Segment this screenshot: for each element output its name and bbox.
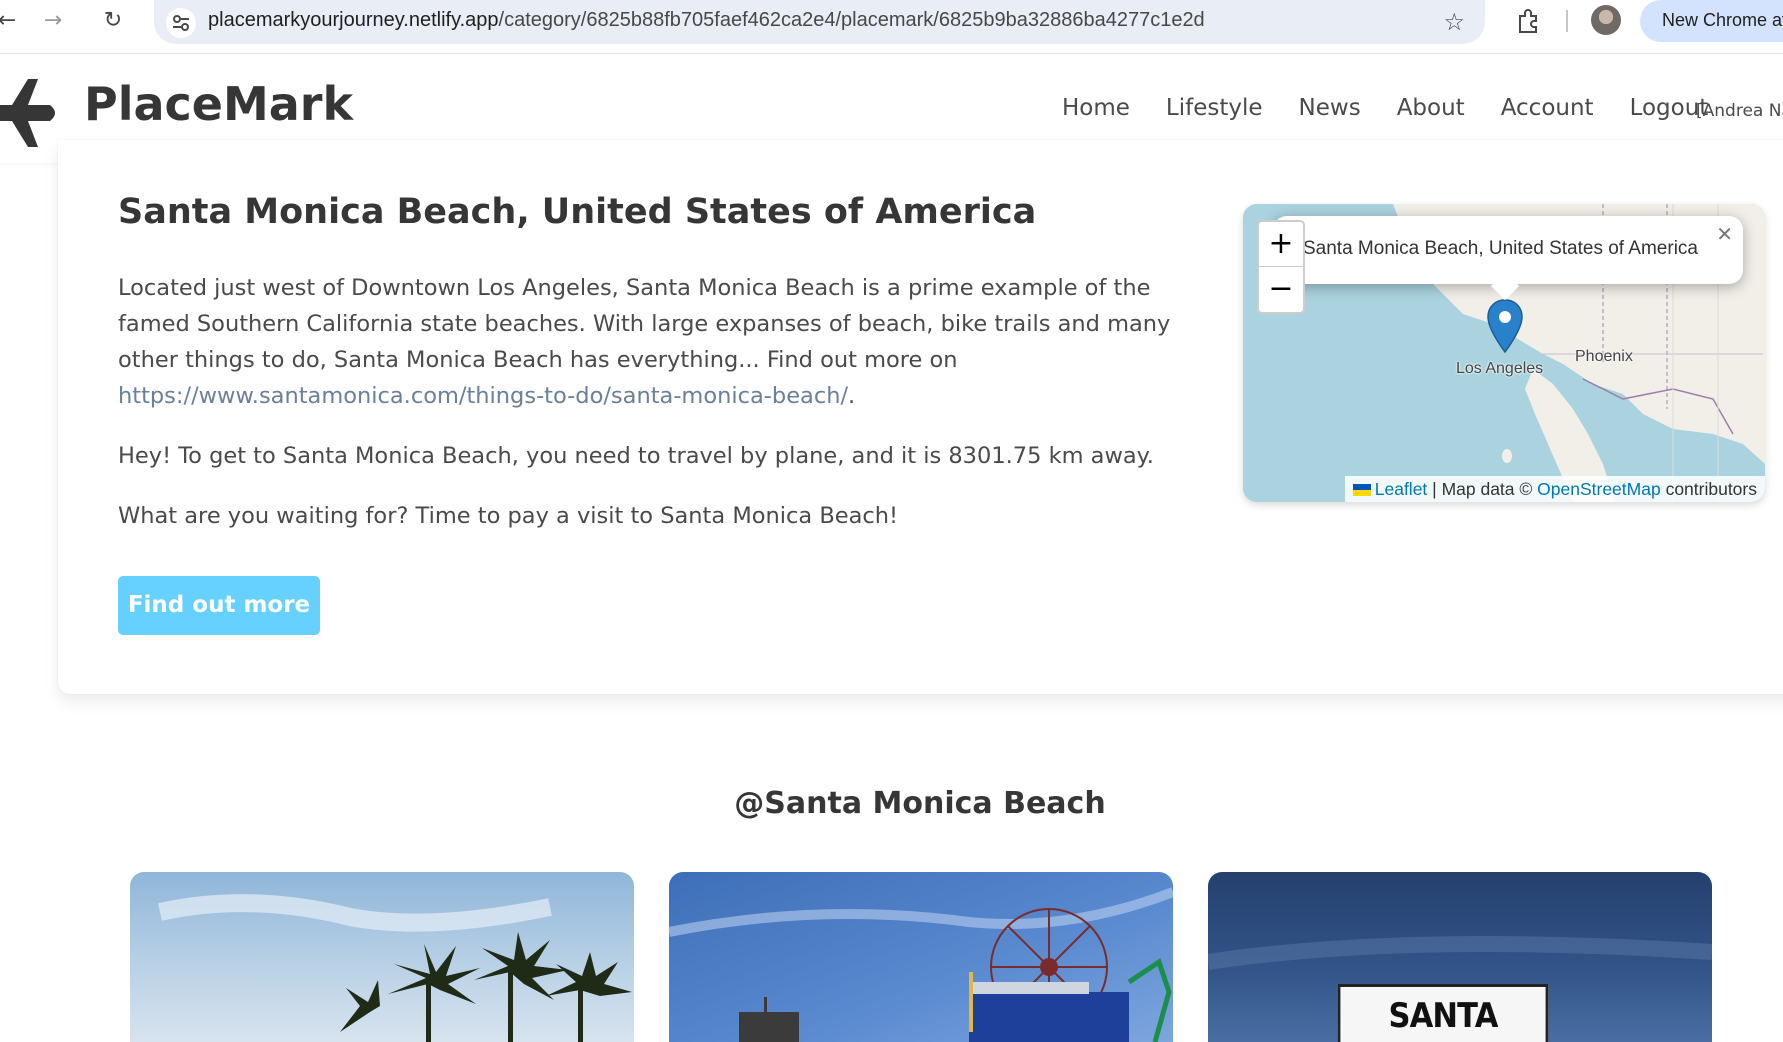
description-text: Located just west of Downtown Los Angele…	[118, 275, 1171, 373]
map-label-los-angeles: Los Angeles	[1456, 360, 1544, 377]
map-label-phoenix: Phoenix	[1575, 348, 1633, 365]
url-domain: placemarkyourjourney.netlify.app	[208, 9, 499, 31]
gallery-photo-pier-ferris-wheel[interactable]	[669, 872, 1173, 1042]
map-popup-text: Santa Monica Beach, United States of Ame…	[1303, 238, 1698, 259]
nav-about[interactable]: About	[1397, 95, 1465, 121]
reload-icon[interactable]: ↻	[100, 8, 126, 34]
brand-logo-text[interactable]: PlaceMark	[84, 77, 353, 131]
main-menu: Home Lifestyle News About Account Logout	[1062, 95, 1744, 121]
url-text[interactable]: placemarkyourjourney.netlify.app/categor…	[208, 9, 1205, 32]
leaflet-link[interactable]: Leaflet	[1375, 479, 1428, 499]
popup-close-icon[interactable]: ✕	[1716, 222, 1733, 246]
map-attribution: Leaflet | Map data © OpenStreetMap contr…	[1344, 476, 1765, 502]
back-icon[interactable]: ←	[0, 8, 20, 34]
palm-trees-image	[158, 894, 632, 1042]
map-marker-pin-icon[interactable]	[1486, 298, 1524, 354]
travel-info: Hey! To get to Santa Monica Beach, you n…	[118, 443, 1154, 469]
pier-ferris-wheel-image	[669, 887, 1173, 1042]
bookmark-star-icon[interactable]: ☆	[1443, 8, 1465, 36]
attribution-sep: | Map data ©	[1427, 479, 1538, 499]
logged-in-user: [Andrea Na	[1696, 101, 1783, 121]
nav-account[interactable]: Account	[1501, 95, 1594, 121]
description-link[interactable]: https://www.santamonica.com/things-to-do…	[118, 383, 848, 409]
airplane-logo-icon[interactable]	[0, 73, 62, 153]
gallery-photo-santa-monica-sign[interactable]: SANTA MONICA	[1208, 872, 1712, 1042]
leaflet-map[interactable]: Los Angeles Phoenix Santa Monica Beach, …	[1243, 204, 1765, 502]
call-to-action-text: What are you waiting for? Time to pay a …	[118, 503, 899, 529]
toolbar-divider	[1566, 10, 1568, 32]
new-chrome-available-button[interactable]: New Chrome av	[1640, 0, 1783, 42]
nav-lifestyle[interactable]: Lifestyle	[1166, 95, 1263, 121]
placemark-title: Santa Monica Beach, United States of Ame…	[118, 192, 1037, 232]
address-bar[interactable]: placemarkyourjourney.netlify.app/categor…	[154, 0, 1485, 44]
extensions-puzzle-icon[interactable]	[1514, 7, 1542, 35]
browser-toolbar: ← → ↻ placemarkyourjourney.netlify.app/c…	[0, 0, 1783, 54]
gallery-photo-palm-trees[interactable]	[130, 872, 634, 1042]
santa-monica-sign: SANTA MONICA	[1337, 984, 1549, 1042]
url-path: /category/6825b88fb705faef462ca2e4/place…	[498, 9, 1205, 31]
profile-avatar[interactable]	[1591, 5, 1621, 35]
description-link-suffix: .	[848, 383, 856, 409]
openstreetmap-link[interactable]: OpenStreetMap	[1537, 479, 1661, 499]
placemark-description: Located just west of Downtown Los Angele…	[118, 270, 1198, 414]
attribution-contrib: contributors	[1660, 479, 1757, 499]
nav-home[interactable]: Home	[1062, 95, 1130, 121]
map-popup: Santa Monica Beach, United States of Ame…	[1273, 216, 1743, 301]
find-out-more-button[interactable]: Find out more	[118, 576, 320, 635]
zoom-control: + −	[1257, 220, 1305, 314]
nav-news[interactable]: News	[1299, 95, 1361, 121]
ukraine-flag-icon	[1352, 484, 1371, 496]
forward-icon[interactable]: →	[40, 8, 66, 34]
zoom-in-button[interactable]: +	[1259, 222, 1303, 267]
gallery-title: @Santa Monica Beach	[734, 786, 1106, 821]
zoom-out-button[interactable]: −	[1259, 267, 1303, 312]
site-settings-icon[interactable]	[166, 8, 196, 38]
